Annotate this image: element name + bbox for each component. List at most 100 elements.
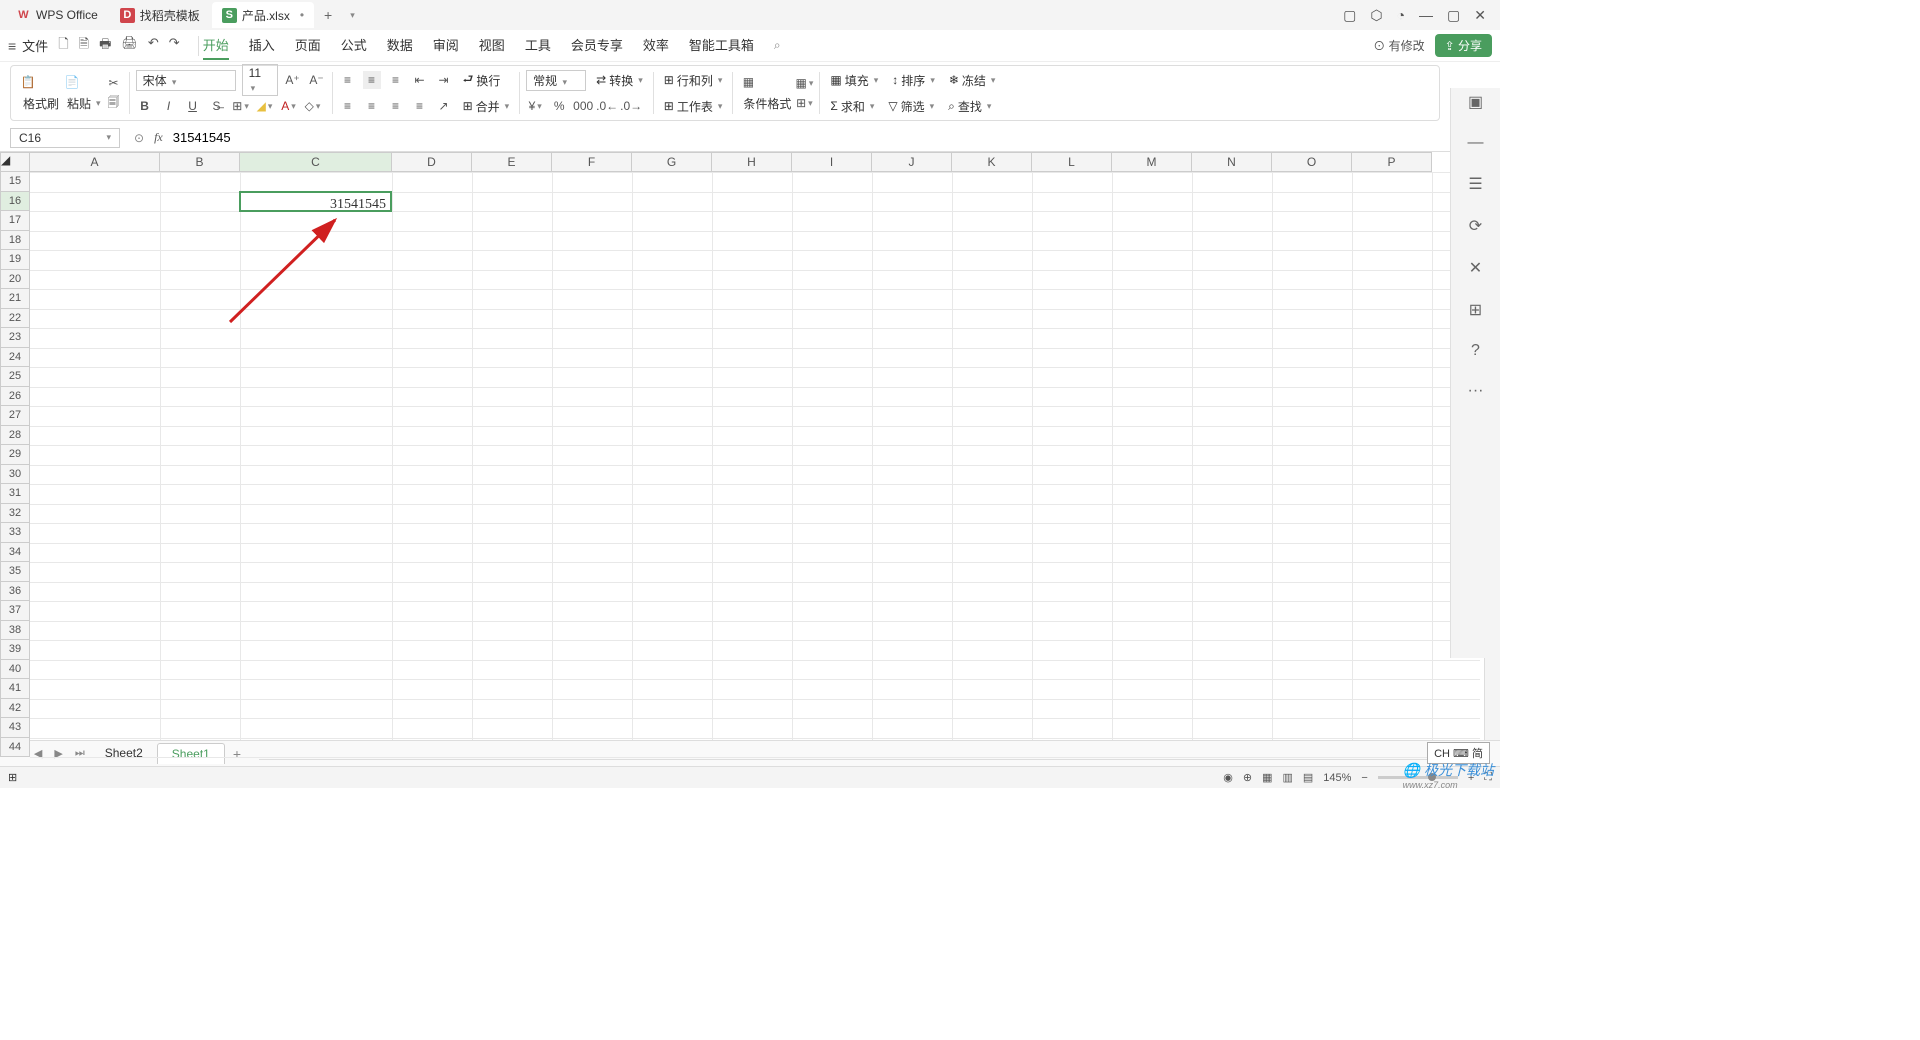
last-sheet-icon[interactable]: ⏭ <box>69 747 91 760</box>
row-header[interactable]: 23 <box>0 328 30 348</box>
view-normal-icon[interactable]: ▦ <box>1262 771 1272 784</box>
zoom-level[interactable]: 145% <box>1323 772 1351 784</box>
undo-icon[interactable]: ↶ <box>148 35 159 57</box>
add-sheet-button[interactable]: + <box>225 746 249 762</box>
selected-cell[interactable]: 31541545 <box>239 191 392 213</box>
col-header[interactable]: H <box>712 152 792 172</box>
menu-公式[interactable]: 公式 <box>341 31 367 60</box>
clipboard-icon[interactable]: 📋 <box>19 73 37 91</box>
menu-工具[interactable]: 工具 <box>525 31 551 60</box>
tab-docer[interactable]: D找稻壳模板 <box>110 2 210 28</box>
cut-icon[interactable]: ✂ <box>105 74 123 92</box>
minimize-button[interactable]: — <box>1419 7 1433 24</box>
row-header[interactable]: 25 <box>0 367 30 387</box>
row-header[interactable]: 34 <box>0 543 30 563</box>
col-header[interactable]: N <box>1192 152 1272 172</box>
menu-页面[interactable]: 页面 <box>295 31 321 60</box>
status-icon[interactable]: ⊞ <box>8 771 17 784</box>
row-header[interactable]: 29 <box>0 445 30 465</box>
font-color-icon[interactable]: A▾ <box>280 97 298 115</box>
view-break-icon[interactable]: ▤ <box>1303 771 1313 784</box>
menu-审阅[interactable]: 审阅 <box>433 31 459 60</box>
col-header[interactable]: C <box>240 152 392 172</box>
row-header[interactable]: 36 <box>0 582 30 602</box>
open-icon[interactable]: 🗎 <box>79 35 89 57</box>
row-header[interactable]: 43 <box>0 718 30 738</box>
sort-button[interactable]: ↕ 排序▾ <box>888 70 939 91</box>
cond-format-icon[interactable]: ▦ <box>739 73 757 91</box>
bold-icon[interactable]: B <box>136 97 154 115</box>
currency-icon[interactable]: ¥▾ <box>526 97 544 115</box>
worksheet-button[interactable]: ⊞ 工作表▾ <box>660 96 727 117</box>
row-header[interactable]: 41 <box>0 679 30 699</box>
tab-menu[interactable]: ▾ <box>342 10 363 21</box>
row-header[interactable]: 31 <box>0 484 30 504</box>
convert-button[interactable]: ⇄ 转换▾ <box>592 70 647 91</box>
underline-icon[interactable]: U <box>184 97 202 115</box>
indent-inc-icon[interactable]: ⇥ <box>435 71 453 89</box>
row-header[interactable]: 44 <box>0 738 30 758</box>
row-header[interactable]: 37 <box>0 601 30 621</box>
name-box[interactable]: C16▾ <box>10 128 120 148</box>
orient-icon[interactable]: ↗ <box>435 97 453 115</box>
row-header[interactable]: 30 <box>0 465 30 485</box>
col-header[interactable]: E <box>472 152 552 172</box>
sheet-tab[interactable]: Sheet1 <box>157 743 225 764</box>
clear-format-icon[interactable]: ◇▾ <box>304 97 322 115</box>
hamburger-icon[interactable]: ≡ <box>8 38 16 54</box>
number-format[interactable]: 常规 ▾ <box>526 70 586 91</box>
col-header[interactable]: P <box>1352 152 1432 172</box>
col-header[interactable]: K <box>952 152 1032 172</box>
avatar-icon[interactable]: ◔ <box>1397 7 1405 24</box>
fx-icon[interactable]: fx <box>154 130 163 145</box>
menu-数据[interactable]: 数据 <box>387 31 413 60</box>
maximize-button[interactable]: ▢ <box>1447 7 1460 24</box>
redo-icon[interactable]: ↷ <box>169 35 180 57</box>
prev-sheet-icon[interactable]: ◀ <box>28 747 48 760</box>
col-header[interactable]: F <box>552 152 632 172</box>
strike-icon[interactable]: S̶ <box>208 97 226 115</box>
menu-开始[interactable]: 开始 <box>203 31 229 60</box>
shrink-font-icon[interactable]: A⁻ <box>308 71 326 89</box>
menu-插入[interactable]: 插入 <box>249 31 275 60</box>
file-menu[interactable]: 文件 <box>22 36 48 55</box>
rail-dash-icon[interactable]: — <box>1468 134 1484 152</box>
row-header[interactable]: 26 <box>0 387 30 407</box>
comma-icon[interactable]: 000 <box>574 97 592 115</box>
row-header[interactable]: 32 <box>0 504 30 524</box>
menu-智能工具箱[interactable]: 智能工具箱 <box>689 31 754 60</box>
menu-效率[interactable]: 效率 <box>643 31 669 60</box>
align-right-icon[interactable]: ≡ <box>387 97 405 115</box>
sheet-tab[interactable]: Sheet2 <box>91 743 157 764</box>
row-header[interactable]: 27 <box>0 406 30 426</box>
formula-input[interactable] <box>173 130 1490 145</box>
row-header[interactable]: 19 <box>0 250 30 270</box>
target-icon[interactable]: ⊕ <box>1243 771 1252 784</box>
row-header[interactable]: 42 <box>0 699 30 719</box>
eye-icon[interactable]: ◉ <box>1223 771 1233 784</box>
percent-icon[interactable]: % <box>550 97 568 115</box>
select-all-corner[interactable]: ◢ <box>0 152 30 172</box>
row-header[interactable]: 15 <box>0 172 30 192</box>
col-header[interactable]: I <box>792 152 872 172</box>
align-center-icon[interactable]: ≡ <box>363 97 381 115</box>
layout-icon[interactable]: ▢ <box>1343 7 1356 24</box>
rail-grid-icon[interactable]: ⊞ <box>1469 300 1482 320</box>
paste-icon[interactable]: 📄 <box>63 73 81 91</box>
grow-font-icon[interactable]: A⁺ <box>284 71 302 89</box>
menu-视图[interactable]: 视图 <box>479 31 505 60</box>
row-header[interactable]: 38 <box>0 621 30 641</box>
print-preview-icon[interactable]: 🖨 <box>121 35 138 57</box>
freeze-button[interactable]: ❄ 冻结▾ <box>945 70 1000 91</box>
tab-file[interactable]: S产品.xlsx• <box>212 2 314 28</box>
zoom-to-sel-icon[interactable]: ⊙ <box>134 131 144 145</box>
cloud-save-status[interactable]: ⊙ 有修改 <box>1373 37 1424 54</box>
row-header[interactable]: 22 <box>0 309 30 329</box>
row-header[interactable]: 24 <box>0 348 30 368</box>
italic-icon[interactable]: I <box>160 97 178 115</box>
col-header[interactable]: D <box>392 152 472 172</box>
col-header[interactable]: G <box>632 152 712 172</box>
copy-icon[interactable]: 🗐 <box>105 94 123 112</box>
filter-button[interactable]: ▽ 筛选▾ <box>884 96 938 117</box>
table-style-icon[interactable]: ▦▾ <box>795 74 813 92</box>
